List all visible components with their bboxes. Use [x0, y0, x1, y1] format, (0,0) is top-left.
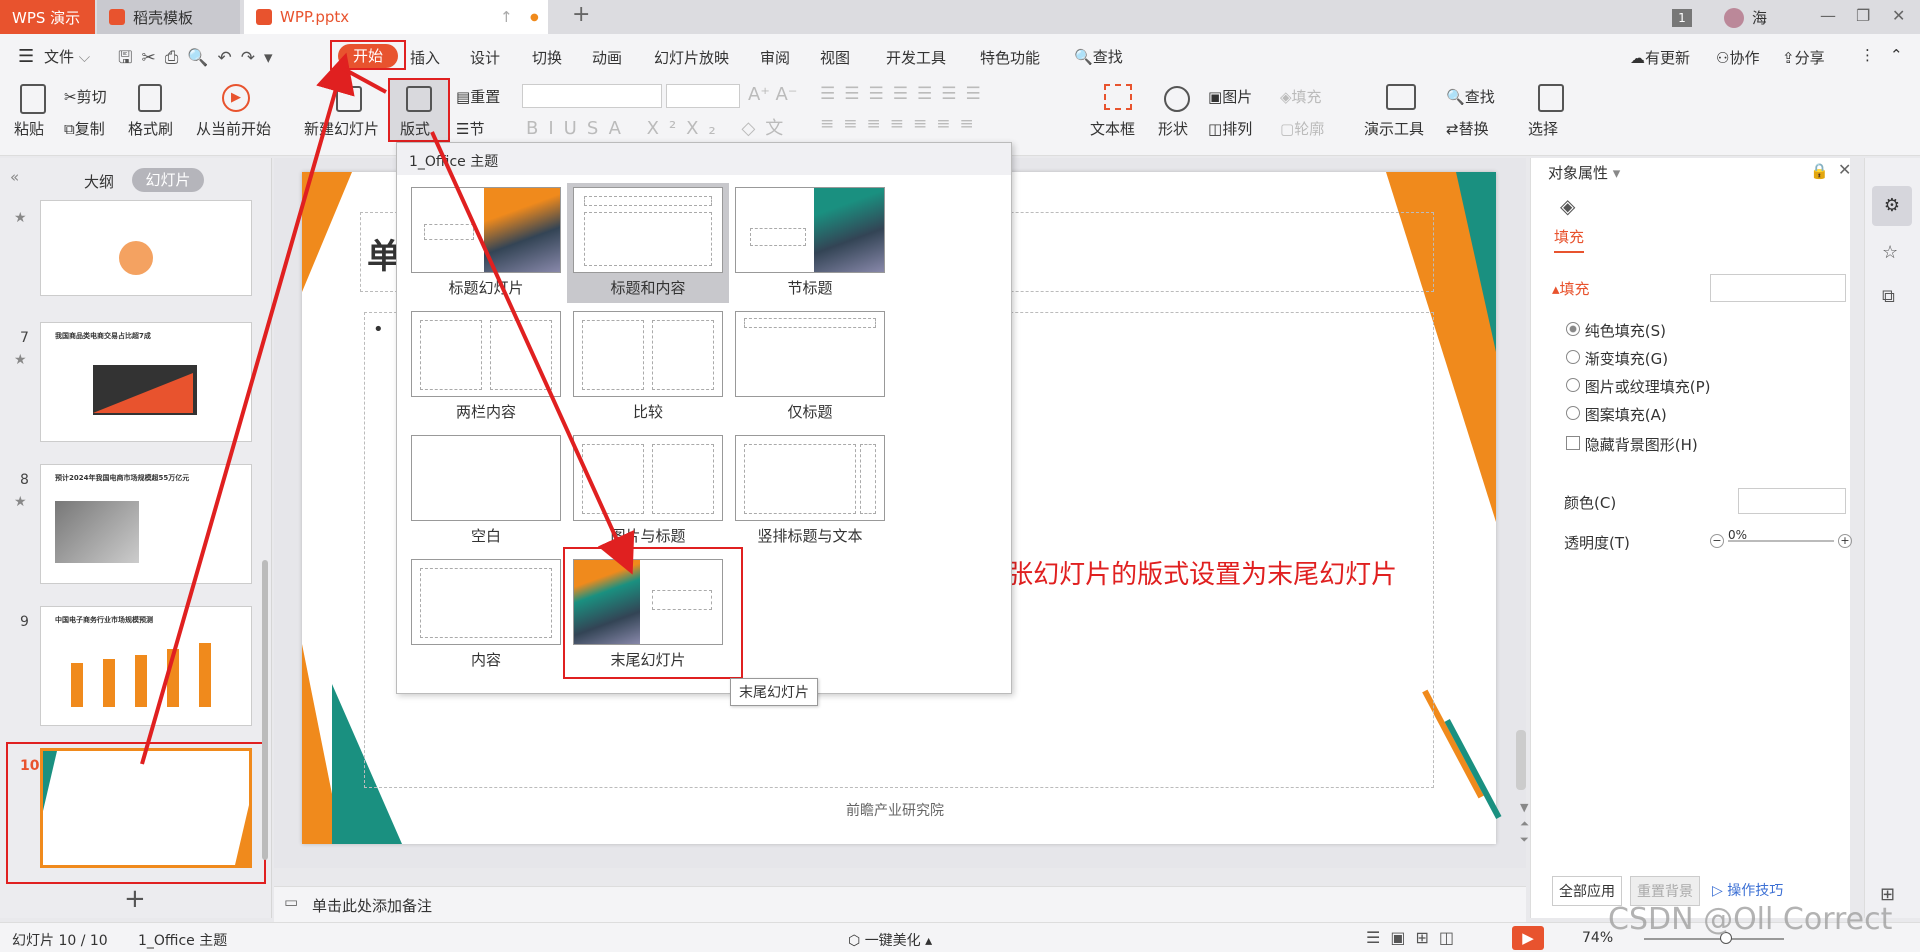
- radio-unchecked: [1566, 406, 1580, 420]
- hide-bg-checkbox[interactable]: 隐藏背景图形(H): [1566, 434, 1698, 455]
- close-panel-icon[interactable]: ✕: [1838, 160, 1851, 179]
- animation-star-icon[interactable]: ☆: [1882, 242, 1898, 263]
- fill-section-header[interactable]: ▴填充: [1552, 278, 1590, 299]
- view-mode-icons[interactable]: ☰▣⊞◫: [1366, 928, 1464, 947]
- picture-fill-label: 图片或纹理填充(P): [1584, 378, 1711, 396]
- arrow-to-ending-slide: [430, 131, 635, 575]
- checkbox-unchecked: [1566, 436, 1580, 450]
- properties-sliders-icon[interactable]: ⚙: [1872, 186, 1912, 226]
- tab-fill[interactable]: 填充: [1554, 226, 1585, 253]
- color-label: 颜色(C): [1564, 494, 1617, 512]
- gradient-fill-label: 渐变填充(G): [1584, 350, 1669, 368]
- arrow-to-start-tab: [140, 52, 355, 765]
- radio-checked: [1566, 322, 1580, 336]
- chevron-down-icon: ▾: [1612, 164, 1621, 182]
- radio-unchecked: [1566, 350, 1580, 364]
- radio-unchecked: [1566, 378, 1580, 392]
- right-sidebar: [1864, 158, 1920, 918]
- zoom-slider[interactable]: [1644, 938, 1784, 940]
- chevron-up-icon: ▴: [925, 933, 933, 949]
- slide-count: 幻灯片 10 / 10: [12, 933, 108, 949]
- fill-type-select[interactable]: [1710, 274, 1846, 302]
- fill-tab-icon[interactable]: ◈: [1560, 194, 1575, 218]
- play-slideshow-icon[interactable]: ▶: [1512, 926, 1544, 950]
- transparency-label: 透明度(T): [1564, 534, 1630, 552]
- beautify-icon: ⬡: [848, 933, 861, 949]
- solid-fill-label: 纯色填充(S): [1584, 322, 1667, 340]
- beautify-label: 一键美化: [864, 933, 921, 949]
- panel-title-label: 对象属性: [1548, 164, 1609, 182]
- fill-section-label: 填充: [1559, 280, 1590, 298]
- watermark: CSDN @Oll Correct: [1608, 902, 1893, 937]
- transparency-minus-icon[interactable]: −: [1710, 534, 1724, 548]
- transparency-plus-icon[interactable]: +: [1838, 534, 1852, 548]
- theme-name: 1_Office 主题: [138, 933, 228, 949]
- beautify-button[interactable]: ⬡ 一键美化 ▴: [848, 930, 932, 950]
- lock-icon[interactable]: 🔒: [1810, 162, 1829, 180]
- shapes-icon[interactable]: ⧉: [1882, 286, 1895, 307]
- hide-bg-label: 隐藏背景图形(H): [1584, 436, 1698, 454]
- tips-label: 操作技巧: [1727, 883, 1784, 899]
- tips-link[interactable]: ▷ 操作技巧: [1712, 880, 1783, 900]
- pattern-fill-option[interactable]: 图案填充(A): [1566, 404, 1667, 425]
- panel-title[interactable]: 对象属性 ▾: [1548, 162, 1620, 183]
- color-select[interactable]: [1738, 488, 1846, 514]
- transparency-value: 0%: [1728, 528, 1748, 542]
- picture-fill-option[interactable]: 图片或纹理填充(P): [1566, 376, 1711, 397]
- gradient-fill-option[interactable]: 渐变填充(G): [1566, 348, 1668, 369]
- solid-fill-option[interactable]: 纯色填充(S): [1566, 320, 1666, 341]
- arrow-to-layout: [341, 66, 387, 94]
- pattern-fill-label: 图案填充(A): [1584, 406, 1667, 424]
- play-icon: ▷: [1712, 883, 1723, 899]
- chevron-down-icon: ▴: [1552, 280, 1560, 298]
